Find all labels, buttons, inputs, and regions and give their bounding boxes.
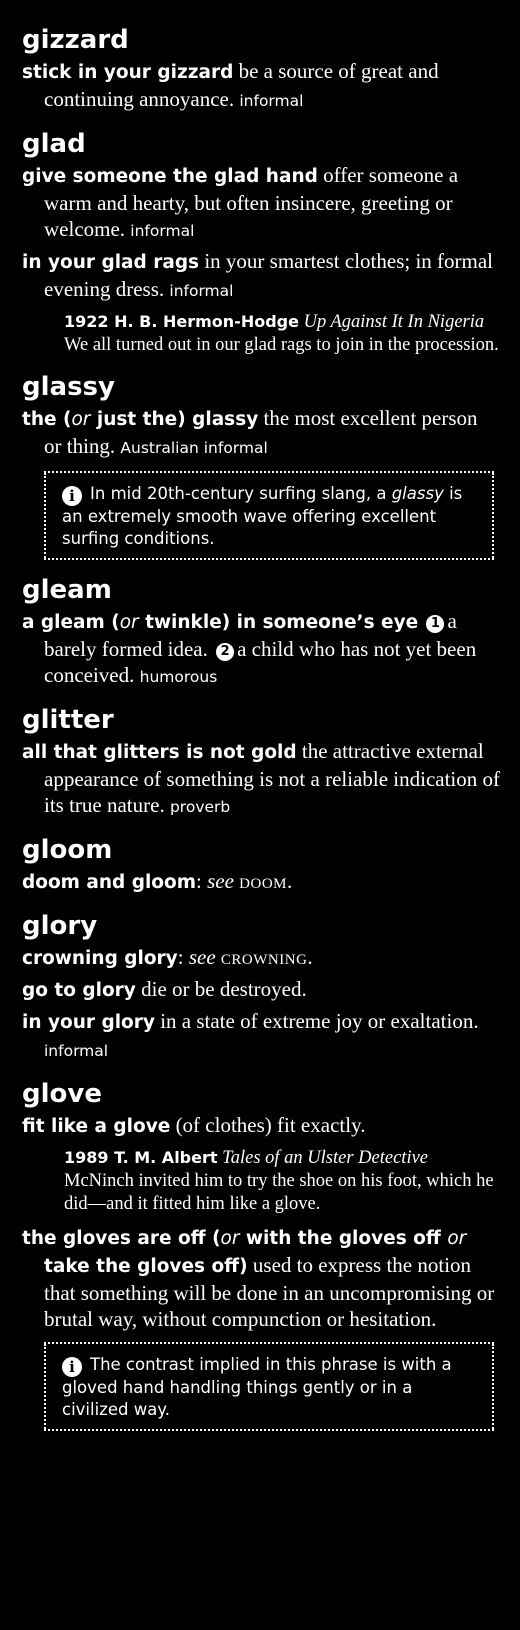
definition: (of clothes) fit exactly.: [170, 1113, 366, 1137]
headword: gizzard: [22, 25, 129, 55]
idiom-phrase: all that glitters is not gold: [22, 742, 297, 763]
entry-glory: glory crowning glory: see crowning. go t…: [22, 910, 500, 1064]
citation-title: Tales of an Ulster Detective: [222, 1148, 429, 1168]
usage-label: informal: [169, 282, 234, 300]
headword: glory: [22, 911, 98, 941]
citation-text: We all turned out in our glad rags to jo…: [64, 335, 499, 355]
phrase-part: take the gloves off): [44, 1256, 248, 1277]
cross-reference-link[interactable]: doom: [239, 869, 287, 893]
sense: doom and gloom: see doom.: [22, 868, 500, 896]
idiom-phrase: in your glad rags: [22, 252, 200, 273]
headword: glove: [22, 1079, 102, 1109]
idiom-phrase: in your glory: [22, 1012, 155, 1033]
phrase-or: or: [119, 612, 139, 633]
sense-number-2: 2: [216, 643, 235, 661]
sense: a gleam (or twinkle) in someone’s eye 1a…: [22, 608, 500, 690]
sense: stick in your gizzard be a source of gre…: [22, 58, 500, 114]
phrase-or: or: [71, 409, 91, 430]
sense: all that glitters is not gold the attrac…: [22, 738, 500, 820]
phrase-part: twinkle) in someone’s eye: [138, 612, 419, 633]
entry-gizzard: gizzard stick in your gizzard be a sourc…: [22, 24, 500, 114]
idiom-phrase: stick in your gizzard: [22, 62, 234, 83]
citation: 1922 H. B. Hermon-Hodge Up Against It In…: [64, 310, 500, 357]
citation-title: Up Against It In Nigeria: [303, 312, 485, 332]
phrase-or: or: [220, 1228, 240, 1249]
note-text: The contrast implied in this phrase is w…: [62, 1355, 452, 1419]
usage-note: i In mid 20th-century surfing slang, a gl…: [44, 471, 494, 560]
headword: glassy: [22, 372, 115, 402]
see-label: see: [207, 869, 234, 893]
phrase-part: with the gloves off: [239, 1228, 448, 1249]
dictionary-page: gizzard stick in your gizzard be a sourc…: [0, 0, 520, 1630]
phrase-part: the gloves are off (: [22, 1228, 221, 1249]
entry-glove: glove fit like a glove (of clothes) fit …: [22, 1078, 500, 1431]
punctuation: .: [307, 945, 313, 969]
sense: the (or just the) glassy the most excell…: [22, 405, 500, 461]
citation-text: McNinch invited him to try the shoe on h…: [64, 1171, 494, 1214]
idiom-phrase: a gleam (or twinkle) in someone’s eye: [22, 612, 418, 633]
citation-source: 1922 H. B. Hermon-Hodge: [64, 312, 299, 331]
entry-gloom: gloom doom and gloom: see doom.: [22, 834, 500, 896]
punctuation: .: [287, 869, 293, 893]
entry-glassy: glassy the (or just the) glassy the most…: [22, 371, 500, 560]
entry-gleam: gleam a gleam (or twinkle) in someone’s …: [22, 574, 500, 690]
phrase-part: the (: [22, 409, 72, 430]
citation: 1989 T. M. Albert Tales of an Ulster Det…: [64, 1146, 500, 1216]
sense: fit like a glove (of clothes) fit exactl…: [22, 1112, 500, 1140]
cross-reference-link[interactable]: crowning: [221, 945, 308, 969]
idiom-phrase: fit like a glove: [22, 1116, 171, 1137]
sense: the gloves are off (or with the gloves o…: [22, 1224, 500, 1332]
usage-label: proverb: [169, 798, 231, 816]
idiom-phrase: give someone the glad hand: [22, 166, 318, 187]
phrase-or: or: [447, 1228, 467, 1249]
colon: :: [177, 945, 189, 969]
idiom-phrase: doom and gloom: [22, 872, 196, 893]
citation-source: 1989 T. M. Albert: [64, 1148, 218, 1167]
info-icon: i: [62, 486, 82, 506]
headword: glitter: [22, 705, 114, 735]
note-emphasis: glassy: [391, 484, 444, 503]
definition: die or be destroyed.: [135, 977, 307, 1001]
usage-label: informal: [130, 222, 195, 240]
headword: gleam: [22, 575, 112, 605]
idiom-phrase: go to glory: [22, 980, 136, 1001]
phrase-part: a gleam (: [22, 612, 120, 633]
idiom-phrase: the (or just the) glassy: [22, 409, 258, 430]
idiom-phrase: crowning glory: [22, 948, 178, 969]
see-label: see: [188, 945, 216, 969]
sense: give someone the glad hand offer someone…: [22, 162, 500, 244]
phrase-part: just the) glassy: [90, 409, 259, 430]
sense: crowning glory: see crowning.: [22, 944, 500, 972]
usage-label: Australian informal: [120, 439, 268, 457]
colon: :: [196, 869, 208, 893]
entry-glitter: glitter all that glitters is not gold th…: [22, 704, 500, 820]
sense: in your glad rags in your smartest cloth…: [22, 248, 500, 304]
headword: glad: [22, 129, 86, 159]
info-icon: i: [62, 1357, 82, 1377]
usage-note: i The contrast implied in this phrase is …: [44, 1342, 494, 1431]
usage-label: informal: [44, 1042, 109, 1060]
usage-label: humorous: [139, 668, 218, 686]
usage-label: informal: [239, 92, 304, 110]
entry-glad: glad give someone the glad hand offer so…: [22, 128, 500, 357]
note-text: In mid 20th-century surfing slang, a: [90, 484, 392, 503]
headword: gloom: [22, 835, 113, 865]
sense-number-1: 1: [426, 615, 445, 633]
sense: in your glory in a state of extreme joy …: [22, 1008, 500, 1064]
sense: go to glory die or be destroyed.: [22, 976, 500, 1004]
definition: in a state of extreme joy or exaltation.: [154, 1009, 479, 1033]
